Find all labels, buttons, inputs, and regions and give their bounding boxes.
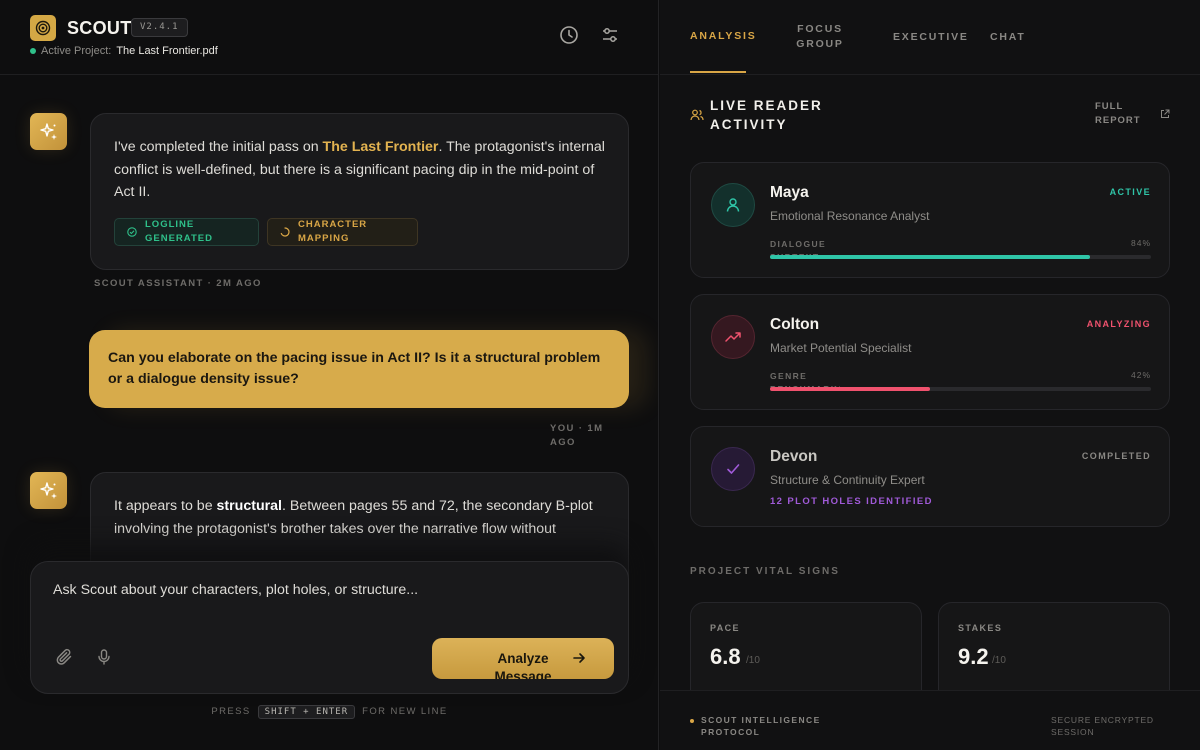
vitals-title: PROJECT VITAL SIGNS xyxy=(690,566,840,577)
reader-status: ACTIVE xyxy=(1109,187,1151,197)
panel-footer: SCOUT INTELLIGENCE PROTOCOL SECURE ENCRY… xyxy=(660,690,1200,750)
status-chips: LOGLINE GENERATED CHARACTER MAPPING xyxy=(114,217,605,246)
progress-bar xyxy=(770,387,1151,391)
reader-status: COMPLETED xyxy=(1081,451,1151,461)
tab-executive[interactable]: EXECUTIVE xyxy=(893,30,969,45)
reader-name: Devon xyxy=(770,448,818,465)
vital-label: PACE xyxy=(710,623,740,633)
project-label: Active Project: xyxy=(41,45,112,57)
spinner-icon xyxy=(280,226,290,237)
progress-fill xyxy=(770,387,931,391)
progress-fill xyxy=(770,255,1091,259)
reader-status: ANALYZING xyxy=(1086,319,1151,329)
tab-bar: ANALYSIS FOCUS GROUP EXECUTIVE CHAT xyxy=(660,0,1200,75)
trending-up-icon xyxy=(725,332,741,342)
hint-text: PRESS xyxy=(211,706,251,717)
reader-avatar xyxy=(711,183,755,227)
users-icon xyxy=(690,109,704,121)
character-mapping-chip[interactable]: CHARACTER MAPPING xyxy=(267,217,418,246)
user-message: Can you elaborate on the pacing issue in… xyxy=(89,330,629,408)
message-emphasis: structural xyxy=(216,498,282,514)
check-circle-icon xyxy=(127,226,137,237)
project-highlight: The Last Frontier xyxy=(322,139,439,155)
metric-label: DIALOGUE SUBTEXT xyxy=(770,239,827,256)
tab-analysis[interactable]: ANALYSIS xyxy=(690,29,757,44)
status-dot xyxy=(30,48,36,54)
filter-icon[interactable] xyxy=(599,24,621,46)
tab-chat[interactable]: CHAT xyxy=(990,30,1026,45)
message-text: I've completed the initial pass on xyxy=(114,139,323,155)
metric-value: 84% xyxy=(1130,238,1151,248)
history-icon[interactable] xyxy=(558,24,580,46)
metric-value: 42% xyxy=(1130,370,1151,380)
footer-protocol: SCOUT INTELLIGENCE PROTOCOL xyxy=(701,715,821,737)
user-icon xyxy=(726,198,740,212)
plot-holes-result: 12 PLOT HOLES IDENTIFIED xyxy=(770,496,933,507)
reader-avatar xyxy=(711,315,755,359)
app-name: SCOUT xyxy=(67,18,132,38)
active-project: Active Project: The Last Frontier.pdf xyxy=(30,45,218,57)
vital-value: 9.2 xyxy=(958,644,989,669)
reader-role: Structure & Continuity Expert xyxy=(770,473,925,487)
message-meta: SCOUT ASSISTANT · 2M AGO xyxy=(94,278,262,289)
app-header: SCOUT V2.4.1 Active Project: The Last Fr… xyxy=(0,0,658,75)
progress-bar xyxy=(770,255,1151,259)
shortcut-key: SHIFT + ENTER xyxy=(257,705,356,719)
reader-avatar xyxy=(711,447,755,491)
hint-text: FOR NEW LINE xyxy=(362,706,448,717)
version-badge: V2.4.1 xyxy=(131,18,188,37)
vital-label: STAKES xyxy=(958,623,1003,633)
message-composer: Analyze Message xyxy=(30,561,629,694)
reader-card[interactable]: Maya Emotional Resonance Analyst ACTIVE … xyxy=(690,162,1170,278)
assistant-avatar xyxy=(30,472,67,509)
attach-icon[interactable] xyxy=(55,647,75,667)
reader-card[interactable]: Colton Market Potential Specialist ANALY… xyxy=(690,294,1170,410)
check-icon xyxy=(727,464,740,474)
metric-label: GENRE BENCHMARKS xyxy=(770,371,840,388)
footer-dot xyxy=(690,719,694,723)
scout-logo-icon xyxy=(30,15,56,41)
reader-name: Colton xyxy=(770,316,820,333)
message-input[interactable] xyxy=(53,582,603,598)
insights-panel: ANALYSIS FOCUS GROUP EXECUTIVE CHAT LIVE… xyxy=(660,0,1200,750)
active-tab-indicator xyxy=(690,71,746,73)
external-link-icon[interactable] xyxy=(1160,109,1170,119)
live-reader-title: LIVE READER ACTIVITY xyxy=(710,98,823,132)
reader-role: Market Potential Specialist xyxy=(770,341,912,355)
assistant-message: I've completed the initial pass on The L… xyxy=(90,113,629,270)
vital-value: 6.8 xyxy=(710,644,741,669)
logline-chip[interactable]: LOGLINE GENERATED xyxy=(114,217,259,246)
analyze-message-button[interactable]: Analyze Message xyxy=(432,638,614,679)
chat-panel: SCOUT V2.4.1 Active Project: The Last Fr… xyxy=(0,0,659,750)
project-name[interactable]: The Last Frontier.pdf xyxy=(116,45,218,57)
reader-card[interactable]: Devon Structure & Continuity Expert COMP… xyxy=(690,426,1170,527)
analyze-label: Analyze Message xyxy=(494,651,552,679)
chip-label: LOGLINE GENERATED xyxy=(145,218,213,244)
reader-role: Emotional Resonance Analyst xyxy=(770,209,930,223)
keyboard-hint: PRESS SHIFT + ENTER FOR NEW LINE xyxy=(0,705,658,719)
message-text: It appears to be xyxy=(114,498,217,514)
sparkles-icon xyxy=(39,122,57,140)
tab-focus-group[interactable]: FOCUS GROUP xyxy=(790,22,850,52)
arrow-right-icon xyxy=(573,653,585,663)
assistant-avatar xyxy=(30,113,67,150)
microphone-icon[interactable] xyxy=(94,647,114,667)
vital-max: /10 xyxy=(746,655,760,666)
reader-name: Maya xyxy=(770,184,809,201)
chip-label: CHARACTER MAPPING xyxy=(298,218,368,244)
vital-max: /10 xyxy=(992,655,1006,666)
message-meta: YOU · 1M AGO xyxy=(550,423,604,448)
full-report-link[interactable]: FULL REPORT xyxy=(1095,100,1145,128)
sparkles-icon xyxy=(39,481,57,499)
footer-session: SECURE ENCRYPTED SESSION xyxy=(1051,715,1154,737)
